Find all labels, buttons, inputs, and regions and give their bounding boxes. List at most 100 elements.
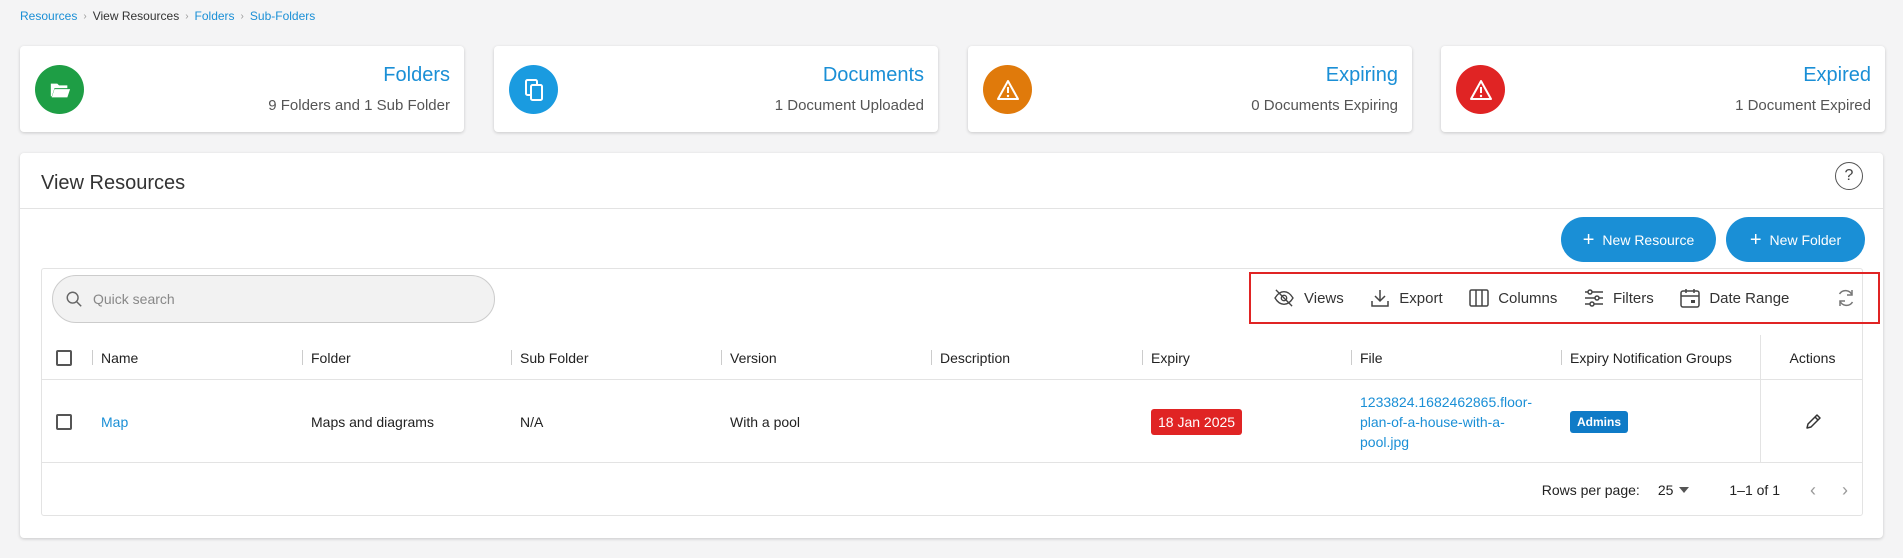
column-header-sub-folder[interactable]: Sub Folder	[520, 335, 588, 380]
new-resource-button[interactable]: + New Resource	[1561, 217, 1716, 262]
expiry-badge: 18 Jan 2025	[1151, 409, 1243, 435]
breadcrumb-resources[interactable]: Resources	[20, 9, 77, 23]
card-title: Documents	[822, 64, 924, 86]
refresh-button[interactable]	[1836, 288, 1856, 308]
card-title: Folders	[383, 64, 450, 86]
cell-sub-folder: N/A	[520, 414, 544, 430]
cell-folder: Maps and diagrams	[311, 414, 434, 430]
columns-icon	[1469, 289, 1489, 307]
card-title: Expired	[1803, 64, 1871, 86]
cell-file: 1233824.1682462865.floor- plan-of-a-hous…	[1360, 381, 1532, 463]
card-subtitle: 0 Documents Expiring	[1251, 97, 1398, 114]
cell-name: Map	[101, 381, 128, 463]
columns-label: Columns	[1498, 289, 1558, 307]
search-icon	[66, 291, 82, 307]
date-range-button[interactable]: Date Range	[1680, 288, 1789, 308]
resources-table: Views Export Columns Filters Date Range	[41, 268, 1880, 516]
column-separator[interactable]	[511, 350, 512, 365]
resource-name-link[interactable]: Map	[101, 414, 128, 430]
group-badge: Admins	[1570, 411, 1629, 433]
table-toolbar: Views Export Columns Filters Date Range	[1249, 272, 1880, 324]
help-button[interactable]: ?	[1835, 162, 1863, 190]
breadcrumb-separator: ›	[240, 10, 244, 22]
column-separator[interactable]	[302, 350, 303, 365]
pager: ‹ ›	[1810, 480, 1848, 501]
column-header-version[interactable]: Version	[730, 335, 777, 380]
breadcrumb-separator: ›	[83, 10, 87, 22]
card-subtitle: 1 Document Uploaded	[774, 97, 924, 114]
rows-per-page-label: Rows per page:	[1541, 482, 1640, 498]
row-checkbox-cell	[56, 381, 72, 463]
caret-down-icon	[1679, 487, 1690, 493]
eye-off-icon	[1274, 289, 1294, 307]
plus-icon: +	[1582, 228, 1595, 251]
select-all-checkbox[interactable]	[56, 349, 72, 366]
select-all-checkbox-cell	[56, 335, 72, 380]
expired-card: Expired 1 Document Expired	[1441, 46, 1885, 132]
views-button[interactable]: Views	[1273, 289, 1344, 307]
row-checkbox[interactable]	[56, 414, 72, 430]
column-header-folder[interactable]: Folder	[311, 335, 351, 380]
pagination-range: 1–1 of 1	[1729, 482, 1780, 498]
question-mark-icon: ?	[1844, 167, 1854, 184]
table-header: Name Folder Sub Folder Version Descripti…	[42, 335, 1862, 380]
cell-expiry: 18 Jan 2025	[1151, 381, 1243, 463]
download-icon	[1371, 290, 1390, 307]
folders-card: Folders 9 Folders and 1 Sub Folder	[20, 46, 464, 132]
quick-search[interactable]	[52, 275, 495, 323]
file-link-line: pool.jpg	[1360, 434, 1410, 450]
card-title: Expiring	[1325, 64, 1398, 86]
column-header-file[interactable]: File	[1360, 335, 1383, 380]
breadcrumb: Resources › View Resources › Folders › S…	[20, 9, 315, 23]
column-separator[interactable]	[1142, 350, 1143, 365]
rows-per-page-value: 25	[1657, 482, 1674, 498]
folder-open-icon	[35, 65, 84, 114]
calendar-icon	[1680, 289, 1701, 308]
column-header-description[interactable]: Description	[940, 335, 1010, 380]
expiring-card: Expiring 0 Documents Expiring	[968, 46, 1412, 132]
filters-button[interactable]: Filters	[1584, 289, 1654, 307]
column-separator[interactable]	[1351, 350, 1352, 365]
documents-icon	[509, 65, 558, 114]
actions-column-border	[1760, 335, 1761, 463]
new-folder-label: New Folder	[1769, 231, 1842, 248]
new-resource-label: New Resource	[1602, 231, 1695, 248]
card-subtitle: 1 Document Expired	[1735, 97, 1871, 114]
cell-actions	[1761, 381, 1864, 463]
filters-label: Filters	[1612, 289, 1654, 307]
column-header-name[interactable]: Name	[101, 335, 138, 380]
table-row: Map Maps and diagrams N/A With a pool 18…	[42, 381, 1862, 463]
file-link[interactable]: 1233824.1682462865.floor- plan-of-a-hous…	[1360, 392, 1532, 452]
edit-pencil-icon[interactable]	[1804, 413, 1822, 431]
warning-icon	[983, 65, 1032, 114]
chevron-right-icon[interactable]: ›	[1842, 480, 1848, 501]
export-button[interactable]: Export	[1370, 288, 1443, 308]
view-resources-panel: View Resources ? + New Resource + New Fo…	[20, 153, 1883, 538]
column-header-expiry-notification-groups[interactable]: Expiry Notification Groups	[1570, 335, 1732, 380]
documents-card: Documents 1 Document Uploaded	[494, 46, 938, 132]
sliders-icon	[1584, 289, 1603, 307]
date-range-label: Date Range	[1709, 289, 1790, 307]
new-folder-button[interactable]: + New Folder	[1726, 217, 1865, 262]
breadcrumb-sub-folders[interactable]: Sub-Folders	[250, 9, 315, 23]
breadcrumb-folders[interactable]: Folders	[195, 9, 235, 23]
export-label: Export	[1399, 289, 1443, 307]
plus-icon: +	[1749, 228, 1762, 251]
search-input[interactable]	[93, 291, 453, 307]
column-separator	[92, 350, 93, 365]
column-header-expiry[interactable]: Expiry	[1151, 335, 1190, 380]
views-label: Views	[1304, 289, 1344, 307]
column-separator[interactable]	[1561, 350, 1562, 365]
divider	[20, 208, 1883, 209]
columns-button[interactable]: Columns	[1469, 289, 1557, 307]
refresh-icon	[1838, 289, 1854, 307]
chevron-left-icon[interactable]: ‹	[1810, 480, 1816, 501]
column-separator[interactable]	[721, 350, 722, 365]
file-link-line: 1233824.1682462865.floor-	[1360, 394, 1533, 410]
column-header-actions: Actions	[1789, 349, 1836, 366]
rows-per-page-select[interactable]: 25	[1658, 482, 1690, 498]
file-link-line: plan-of-a-house-with-a-	[1360, 414, 1505, 430]
cell-version: With a pool	[730, 414, 801, 430]
warning-icon	[1456, 65, 1505, 114]
column-separator[interactable]	[931, 350, 932, 365]
